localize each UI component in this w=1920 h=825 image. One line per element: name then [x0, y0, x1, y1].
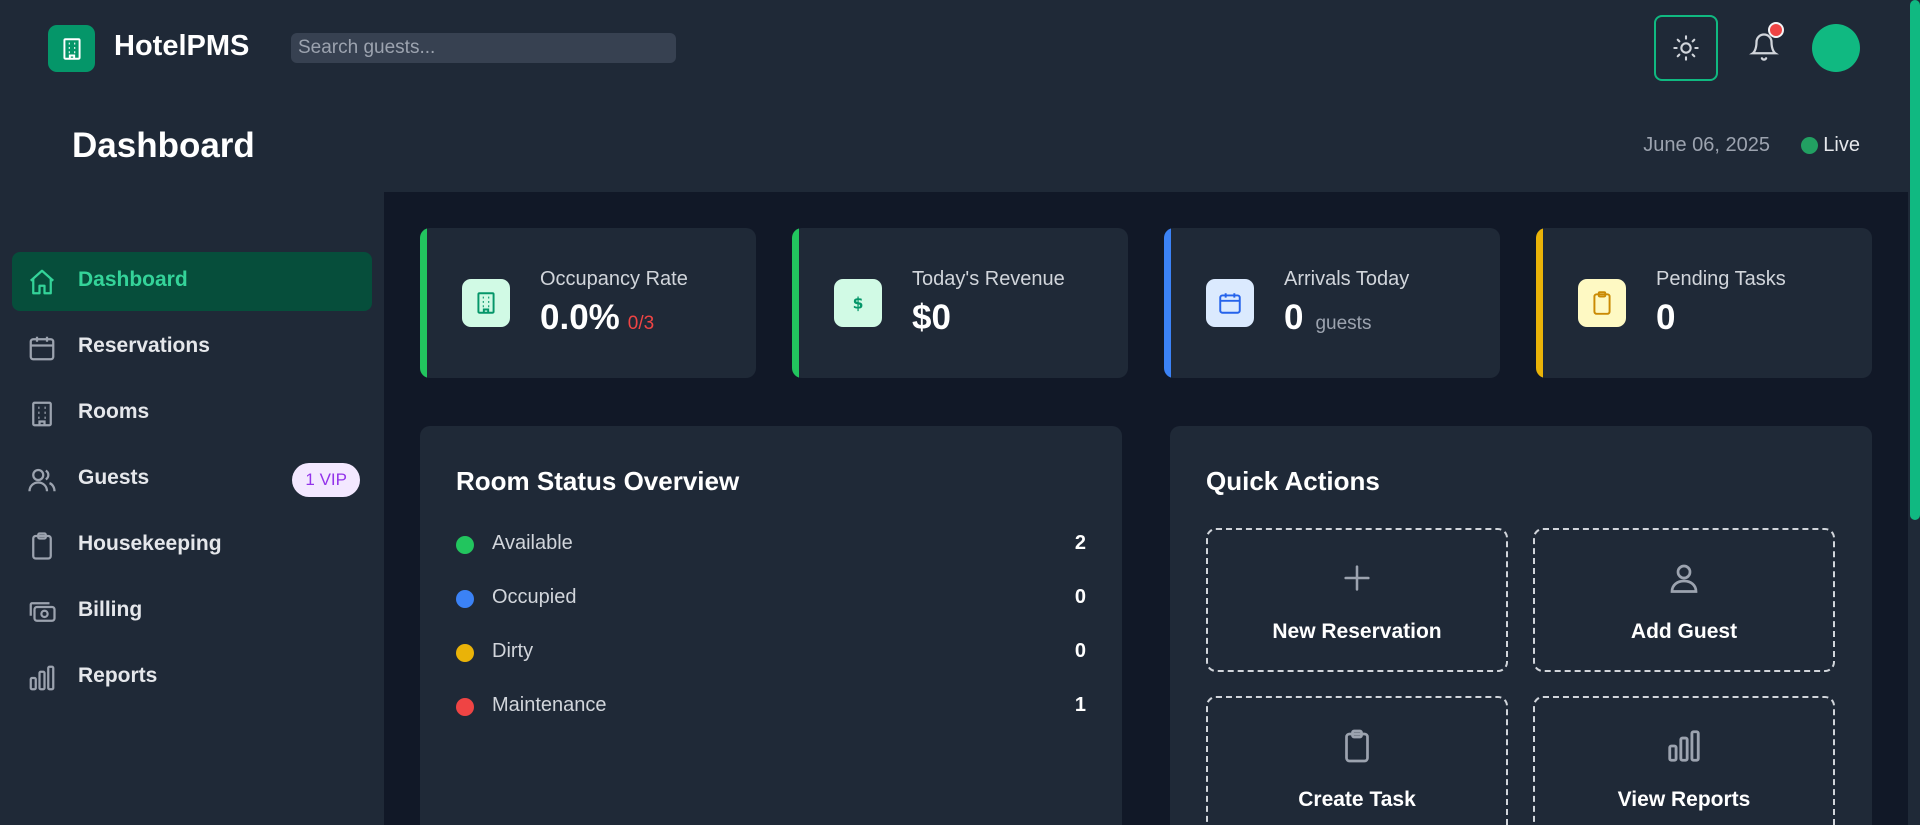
cash-icon — [26, 596, 58, 628]
sidebar-item-billing[interactable]: Billing — [12, 582, 372, 641]
status-label: Dirty — [492, 640, 534, 662]
arrivals-value: 0 — [1284, 298, 1304, 337]
stat-value: 0 — [1656, 298, 1676, 337]
sidebar-item-label: Reservations — [78, 334, 210, 357]
sidebar-item-reservations[interactable]: Reservations — [12, 318, 372, 377]
sidebar-item-dashboard[interactable]: Dashboard — [12, 252, 372, 311]
stat-value: $0 — [912, 298, 951, 337]
sidebar-item-rooms[interactable]: Rooms — [12, 384, 372, 443]
hotel-logo-icon — [48, 25, 95, 72]
clipboard-icon — [1337, 726, 1377, 766]
live-status-label: Live — [1823, 134, 1860, 156]
stat-label: Pending Tasks — [1656, 268, 1786, 290]
svg-text:$: $ — [853, 295, 864, 313]
quick-actions-panel: Quick Actions New Reservation Add Guest … — [1170, 426, 1872, 825]
search-input[interactable] — [291, 33, 676, 63]
sidebar-item-guests[interactable]: Guests 1 VIP — [12, 450, 372, 509]
sidebar-item-reports[interactable]: Reports — [12, 648, 372, 707]
avatar[interactable] — [1812, 24, 1860, 72]
panel-title: Quick Actions — [1206, 466, 1380, 496]
status-count: 1 — [1074, 694, 1086, 716]
panel-title: Room Status Overview — [456, 466, 740, 496]
status-label: Available — [492, 532, 573, 554]
status-count: 0 — [1074, 640, 1086, 662]
sidebar-item-housekeeping[interactable]: Housekeeping — [12, 516, 372, 575]
top-bar: HotelPMS — [0, 0, 1908, 98]
status-label: Occupied — [492, 586, 577, 608]
status-count: 2 — [1074, 532, 1086, 554]
new-reservation-button[interactable]: New Reservation — [1206, 528, 1508, 672]
live-status-dot — [1801, 137, 1818, 154]
stat-accent-bar — [1164, 228, 1171, 378]
quick-action-label: View Reports — [1617, 788, 1751, 811]
users-icon — [26, 464, 58, 496]
user-icon — [1664, 558, 1704, 598]
sidebar-item-label: Dashboard — [78, 268, 188, 291]
quick-action-label: New Reservation — [1272, 620, 1442, 643]
status-dot — [456, 644, 474, 662]
vip-badge: 1 VIP — [292, 463, 360, 497]
sidebar-item-label: Housekeeping — [78, 532, 222, 555]
room-status-panel: Room Status Overview Available 2 Occupie… — [420, 426, 1122, 825]
page-header: Dashboard June 06, 2025 Live — [0, 98, 1908, 192]
notification-dot — [1768, 22, 1784, 38]
building-icon — [26, 398, 58, 430]
stat-accent-bar — [420, 228, 427, 378]
stat-accent-bar — [1536, 228, 1543, 378]
quick-action-label: Create Task — [1298, 788, 1416, 811]
stat-accent-bar — [792, 228, 799, 378]
occupancy-value: 0.0% — [540, 298, 620, 337]
create-task-button[interactable]: Create Task — [1206, 696, 1508, 825]
current-date: June 06, 2025 — [1643, 134, 1770, 156]
stat-card-occupancy: Occupancy Rate 0.0% 0/3 — [420, 228, 756, 378]
calendar-icon — [26, 332, 58, 364]
stat-label: Today's Revenue — [912, 268, 1065, 290]
stat-label: Occupancy Rate — [540, 268, 688, 290]
page-title: Dashboard — [72, 126, 255, 165]
quick-action-label: Add Guest — [1630, 620, 1738, 643]
status-row-dirty: Dirty 0 — [456, 638, 1086, 668]
status-dot — [456, 698, 474, 716]
sidebar-item-label: Guests — [78, 466, 150, 489]
status-count: 0 — [1074, 586, 1086, 608]
status-row-occupied: Occupied 0 — [456, 584, 1086, 614]
clipboard-icon — [26, 530, 58, 562]
status-dot — [456, 536, 474, 554]
stat-value: 0.0% 0/3 — [540, 298, 654, 338]
stat-label: Arrivals Today — [1284, 268, 1410, 290]
stat-card-tasks: Pending Tasks 0 — [1536, 228, 1872, 378]
sun-icon — [1673, 35, 1699, 61]
sidebar: Dashboard Reservations Rooms Guests 1 VI… — [0, 192, 384, 825]
stat-value: 0 guests — [1284, 298, 1371, 338]
sidebar-item-label: Rooms — [78, 400, 150, 423]
building-icon — [462, 279, 510, 327]
status-row-maintenance: Maintenance 1 — [456, 692, 1086, 722]
status-row-available: Available 2 — [456, 530, 1086, 560]
notifications-button[interactable] — [1746, 22, 1784, 66]
status-dot — [456, 590, 474, 608]
occupancy-ratio: 0/3 — [627, 313, 655, 334]
stat-card-arrivals: Arrivals Today 0 guests — [1164, 228, 1500, 378]
bar-chart-icon — [1664, 726, 1704, 766]
home-icon — [26, 266, 58, 298]
arrivals-unit: guests — [1315, 313, 1372, 334]
dollar-icon: $ — [834, 279, 882, 327]
add-guest-button[interactable]: Add Guest — [1533, 528, 1835, 672]
sidebar-item-label: Billing — [78, 598, 143, 621]
plus-icon — [1337, 558, 1377, 598]
status-label: Maintenance — [492, 694, 607, 716]
bar-chart-icon — [26, 662, 58, 694]
clipboard-icon — [1578, 279, 1626, 327]
scrollbar-thumb[interactable] — [1910, 0, 1920, 520]
view-reports-button[interactable]: View Reports — [1533, 696, 1835, 825]
theme-toggle-button[interactable] — [1654, 15, 1718, 81]
app-name: HotelPMS — [114, 30, 250, 62]
stat-card-revenue: $ Today's Revenue $0 — [792, 228, 1128, 378]
calendar-icon — [1206, 279, 1254, 327]
sidebar-item-label: Reports — [78, 664, 158, 687]
